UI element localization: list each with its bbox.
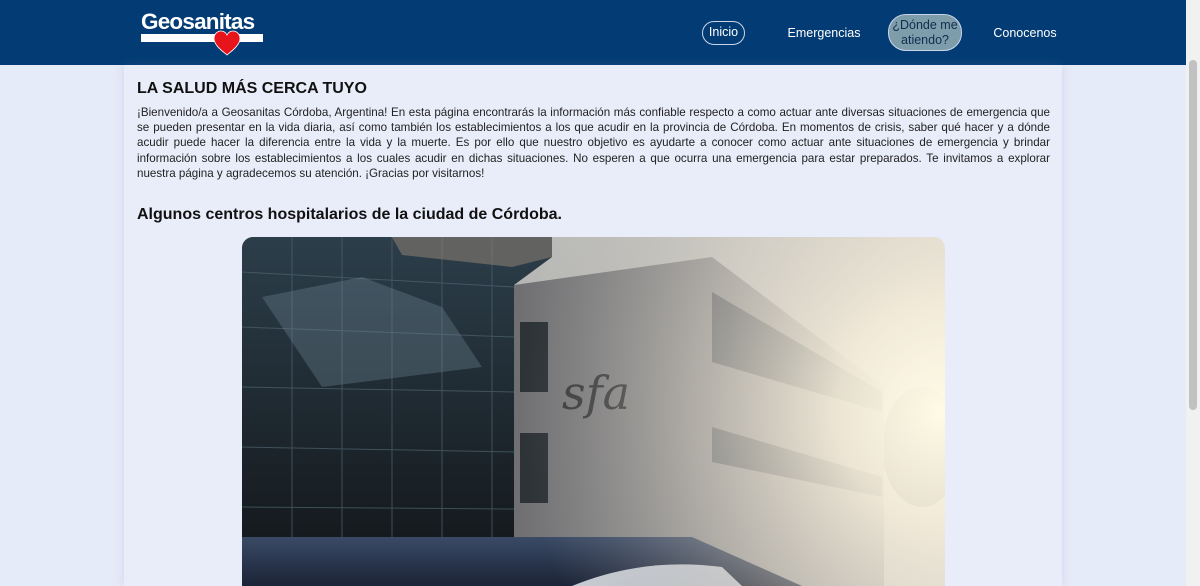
geosanitas-logo[interactable]: Geosanitas [141,10,265,56]
hospitals-section-title: Algunos centros hospitalarios de la ciud… [137,206,562,223]
logo-bar [141,34,263,42]
nav-conocenos-link[interactable]: Conocenos [990,26,1060,41]
nav-inicio-link[interactable]: Inicio [702,21,745,45]
nav-donde-line2: atiendo? [901,33,949,47]
heart-icon [213,30,241,56]
scrollbar-thumb[interactable] [1189,60,1197,410]
nav-emergencias-link[interactable]: Emergencias [783,26,865,41]
nav-donde-me-atiendo-link[interactable]: ¿Dónde me atiendo? [888,14,962,51]
nav-donde-line1: ¿Dónde me [892,18,958,32]
hospital-image: sfa [242,237,945,586]
intro-paragraph: ¡Bienvenido/a a Geosanitas Córdoba, Arge… [137,106,1050,180]
navbar: Geosanitas Inicio Emergencias ¿Dónde me … [0,0,1200,65]
page-scrollbar[interactable] [1186,0,1200,586]
page-title: LA SALUD MÁS CERCA TUYO [137,80,367,97]
